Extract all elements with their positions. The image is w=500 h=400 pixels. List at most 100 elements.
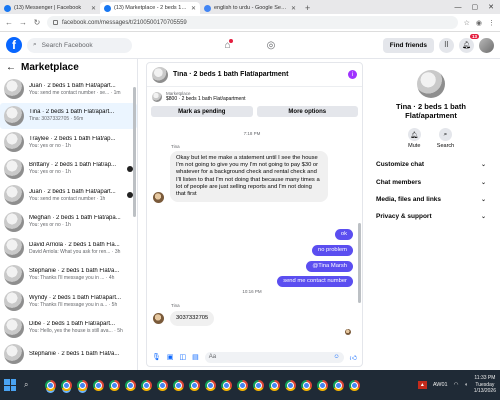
chrome-taskbar-icon[interactable] bbox=[108, 379, 120, 391]
seen-avatar bbox=[345, 329, 351, 335]
chrome-taskbar-icon[interactable] bbox=[300, 379, 312, 391]
chat-title[interactable]: Tina · 2 beds 1 bath Flat/apartment bbox=[173, 71, 343, 78]
chrome-taskbar-icon[interactable] bbox=[204, 379, 216, 391]
tray-label[interactable]: AW01 bbox=[433, 382, 448, 388]
browser-tab[interactable]: (13) Marketplace - 2 beds 1 bath ✕ bbox=[100, 2, 200, 14]
sender-avatar[interactable] bbox=[153, 192, 164, 203]
search-input[interactable]: Search Facebook bbox=[42, 42, 93, 49]
sticker-icon[interactable]: ◫ bbox=[180, 353, 187, 361]
browser-tab[interactable]: (13) Messenger | Facebook ✕ bbox=[0, 2, 100, 14]
browser-tab-strip: (13) Messenger | Facebook ✕ (13) Marketpla… bbox=[0, 0, 500, 14]
search-icon: ⌕ bbox=[33, 41, 37, 48]
minimize-icon[interactable]: — bbox=[455, 4, 462, 11]
like-icon[interactable]: 👍︎ bbox=[350, 353, 357, 362]
sender-avatar[interactable] bbox=[153, 313, 164, 324]
more-options-button[interactable]: More options bbox=[256, 106, 358, 117]
chrome-taskbar-icon[interactable] bbox=[348, 379, 360, 391]
conversation-list-scrollbar[interactable] bbox=[133, 87, 136, 217]
chrome-taskbar-icon[interactable] bbox=[332, 379, 344, 391]
image-icon[interactable]: ▣ bbox=[167, 353, 174, 361]
back-arrow-icon[interactable]: ← bbox=[6, 62, 16, 73]
url-field[interactable]: facebook.com/messages/t/2100500170705559 bbox=[47, 16, 458, 29]
mute-button[interactable]: 🔔︎ Mute bbox=[407, 128, 421, 149]
site-info-icon[interactable] bbox=[53, 20, 58, 25]
emoji-icon[interactable]: ☺ bbox=[334, 354, 340, 360]
chrome-taskbar-icon[interactable] bbox=[156, 379, 168, 391]
chrome-taskbar-icon[interactable] bbox=[124, 379, 136, 391]
chat-scrollbar[interactable] bbox=[358, 223, 361, 303]
profile-icon[interactable]: ◉ bbox=[476, 19, 482, 27]
conversation-item[interactable]: Traylee · 2 beds 1 bath Flat/ap... You: y… bbox=[0, 129, 137, 156]
tab-favicon-icon bbox=[204, 4, 211, 12]
conversation-item[interactable]: Meghan · 2 beds 1 bath Flat/apa... You: y… bbox=[0, 209, 137, 236]
reload-icon[interactable]: ↻ bbox=[33, 18, 41, 27]
listing-card[interactable]: Marketplace $800 · 2 beds 1 bath Flat/ap… bbox=[147, 87, 362, 106]
conversation-thumbnail bbox=[4, 185, 24, 206]
section-media-files-links[interactable]: Media, files and links ⌄ bbox=[370, 196, 492, 203]
conversation-name: Brittany · 2 beds 1 bath Flat/ap... bbox=[29, 162, 117, 169]
conversation-item[interactable]: Brittany · 2 beds 1 bath Flat/ap... You: … bbox=[0, 156, 137, 183]
home-icon[interactable]: ⌂ bbox=[225, 39, 233, 51]
clock[interactable]: 11:33 PM Tuesday 1/13/2026 bbox=[474, 375, 496, 395]
chrome-taskbar-icon[interactable] bbox=[44, 379, 56, 391]
section-customize-chat[interactable]: Customize chat ⌄ bbox=[370, 161, 492, 168]
close-window-icon[interactable]: ✕ bbox=[488, 3, 494, 11]
conversation-item[interactable]: David Arriola · 2 beds 1 bath Fla... Davi… bbox=[0, 235, 137, 262]
facebook-search[interactable]: ⌕ Search Facebook bbox=[27, 37, 132, 53]
mark-pending-button[interactable]: Mark as pending bbox=[151, 106, 253, 117]
tab-close-icon[interactable]: ✕ bbox=[91, 5, 96, 12]
conversation-item[interactable]: Juan · 2 beds 1 bath Flat/apart... You: s… bbox=[0, 76, 137, 103]
clock-time: 11:33 PM bbox=[474, 375, 496, 382]
chat-info-icon[interactable]: i bbox=[348, 70, 357, 79]
volume-icon[interactable]: ◖ bbox=[464, 382, 467, 388]
profile-avatar[interactable] bbox=[479, 37, 494, 53]
windows-start-icon[interactable] bbox=[4, 379, 16, 391]
maximize-icon[interactable]: ▢ bbox=[472, 3, 479, 11]
chrome-taskbar-icon[interactable] bbox=[140, 379, 152, 391]
chat-avatar[interactable] bbox=[152, 66, 168, 83]
chrome-taskbar-icon[interactable] bbox=[188, 379, 200, 391]
chrome-taskbar-icon[interactable] bbox=[236, 379, 248, 391]
back-icon[interactable]: ← bbox=[5, 18, 13, 27]
chrome-taskbar-icon[interactable] bbox=[284, 379, 296, 391]
chrome-taskbar-icon[interactable] bbox=[316, 379, 328, 391]
gif-icon[interactable]: ▤ bbox=[192, 353, 199, 361]
section-chat-members[interactable]: Chat members ⌄ bbox=[370, 179, 492, 186]
conversation-item[interactable]: Stephanie · 2 beds 1 bath Flat/a... bbox=[0, 341, 137, 368]
notifications-icon[interactable]: 🔔︎ 13 bbox=[459, 33, 479, 53]
conversation-preview: David Arriola: What you ask for ren... ·… bbox=[29, 248, 121, 255]
chrome-taskbar-icon[interactable] bbox=[172, 379, 184, 391]
bookmark-star-icon[interactable]: ☆ bbox=[464, 19, 470, 27]
microphone-icon[interactable]: 🎙︎ bbox=[152, 353, 161, 361]
chrome-taskbar-icon[interactable] bbox=[220, 379, 232, 391]
facebook-logo[interactable]: f bbox=[6, 37, 22, 53]
section-privacy-support[interactable]: Privacy & support ⌄ bbox=[370, 213, 492, 220]
conversation-item[interactable]: Tina · 2 beds 1 bath Flat/apart... Tina: … bbox=[0, 102, 137, 129]
search-conversation-button[interactable]: ⌕ Search bbox=[437, 128, 454, 149]
tab-close-icon[interactable]: ✕ bbox=[291, 5, 296, 12]
groups-icon[interactable]: ◎ bbox=[267, 40, 276, 51]
wifi-icon[interactable]: ◠ bbox=[454, 382, 459, 388]
chrome-taskbar-icon[interactable] bbox=[60, 379, 72, 391]
conversation-item[interactable]: Dibe · 2 beds 1 bath Flat/apart... You: H… bbox=[0, 315, 137, 342]
forward-icon[interactable]: → bbox=[19, 18, 27, 27]
find-friends-button[interactable]: Find friends bbox=[382, 37, 434, 53]
message-input[interactable]: Aa ☺ bbox=[204, 351, 344, 363]
conversation-item[interactable]: Stephanie · 2 beds 1 bath Flat/a... You: … bbox=[0, 262, 137, 289]
taskbar-search-icon[interactable]: ⌕ bbox=[24, 380, 35, 390]
new-tab-button[interactable]: + bbox=[300, 2, 315, 14]
conversation-item[interactable]: Wyndy · 2 beds 1 bath Flat/apart... You: … bbox=[0, 288, 137, 315]
chrome-taskbar-icon[interactable] bbox=[268, 379, 280, 391]
chrome-taskbar-icon[interactable] bbox=[92, 379, 104, 391]
tray-badge-icon[interactable]: ▲ bbox=[417, 381, 427, 389]
search-label: Search bbox=[436, 143, 455, 149]
menu-grid-icon[interactable]: ⠿ bbox=[439, 37, 454, 53]
tab-close-icon[interactable]: ✕ bbox=[191, 5, 196, 12]
listing-thumbnail bbox=[152, 91, 162, 102]
browser-tab[interactable]: english to urdu - Google Search ✕ bbox=[200, 2, 300, 14]
browser-menu-icon[interactable]: ⋮ bbox=[488, 19, 495, 27]
chrome-taskbar-icon[interactable] bbox=[76, 379, 88, 391]
chrome-taskbar-icon[interactable] bbox=[252, 379, 264, 391]
conversation-item[interactable]: Juan · 2 beds 1 bath Flat/apart... You: s… bbox=[0, 182, 137, 209]
home-notification-dot bbox=[228, 39, 233, 43]
